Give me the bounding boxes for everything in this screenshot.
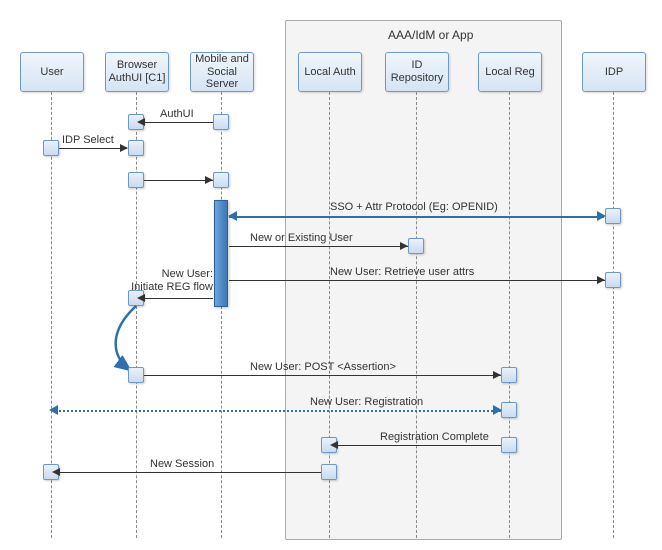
msg-label: New User: Registration [310,396,423,408]
msg-label: Registration Complete [380,431,489,443]
arrow-right-icon [493,371,501,379]
msg-label: New User: POST <Assertion> [250,361,396,373]
msg-label: New Session [150,458,214,470]
msg-registration [56,410,501,412]
arrow-left-icon [52,468,60,476]
node [501,402,517,418]
msg-new-session [59,472,321,473]
node [501,367,517,383]
node [321,464,337,480]
msg-reg-complete [337,445,501,446]
arrow-right-icon [493,405,502,415]
msg-post-assertion [144,375,501,376]
node [501,437,517,453]
node [128,367,144,383]
arrow-left-icon [49,405,58,415]
arrow-left-icon [330,441,338,449]
sequence-diagram: AAA/IdM or App User Browser AuthUI [C1] … [0,0,662,550]
